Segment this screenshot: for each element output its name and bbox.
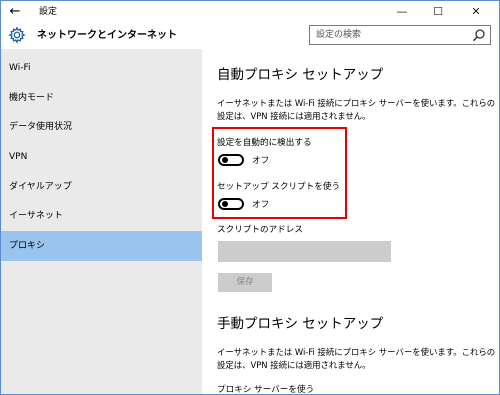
close-icon: ✕: [471, 5, 481, 18]
sidebar-item-label: イーサネット: [9, 211, 63, 221]
sidebar-item-label: 機内モード: [9, 93, 55, 103]
maximize-button[interactable]: ☐: [421, 1, 455, 23]
minimize-icon: —: [396, 5, 408, 18]
sidebar-item-label: Wi-Fi: [9, 63, 31, 73]
back-button[interactable]: ←: [5, 3, 25, 21]
sidebar: Wi-Fi 機内モード データ使用状況 VPN ダイヤルアップ イーサネット プ…: [1, 49, 202, 394]
sidebar-item-data-usage[interactable]: データ使用状況: [1, 112, 202, 142]
save-button[interactable]: 保存: [218, 273, 272, 292]
sidebar-item-airplane-mode[interactable]: 機内モード: [1, 83, 202, 113]
setup-script-state: オフ: [252, 200, 270, 210]
sidebar-item-label: ダイヤルアップ: [9, 182, 72, 192]
manual-proxy-title: 手動プロキシ セットアップ: [217, 316, 384, 332]
search-input[interactable]: 設定の検索: [309, 25, 491, 45]
script-address-label: スクリプトのアドレス: [217, 225, 303, 235]
back-arrow-icon: ←: [9, 4, 21, 19]
toggle-knob: [222, 157, 228, 163]
sidebar-item-dial-up[interactable]: ダイヤルアップ: [1, 172, 202, 202]
setup-script-toggle[interactable]: [218, 198, 244, 210]
use-proxy-server-label: プロキシ サーバーを使う: [217, 385, 315, 395]
maximize-icon: ☐: [433, 5, 443, 18]
auto-detect-state: オフ: [252, 156, 270, 166]
page-title: ネットワークとインターネット: [37, 30, 177, 41]
page-header: ネットワークとインターネット 設定の検索: [1, 23, 499, 49]
sidebar-item-label: プロキシ: [9, 241, 46, 251]
setup-script-label: セットアップ スクリプトを使う: [217, 182, 341, 192]
auto-proxy-description: イーサネットまたは Wi-Fi 接続にプロキシ サーバーを使います。これらの設定…: [217, 98, 496, 121]
auto-detect-toggle[interactable]: [218, 154, 244, 166]
manual-proxy-description: イーサネットまたは Wi-Fi 接続にプロキシ サーバーを使います。これらの設定…: [217, 347, 496, 370]
gear-icon: [8, 26, 26, 44]
sidebar-item-wifi[interactable]: Wi-Fi: [1, 53, 202, 83]
close-button[interactable]: ✕: [459, 1, 493, 23]
sidebar-item-ethernet[interactable]: イーサネット: [1, 201, 202, 231]
window-title: 設定: [39, 7, 58, 17]
sidebar-item-proxy[interactable]: プロキシ: [1, 231, 202, 261]
main-content: 自動プロキシ セットアップ イーサネットまたは Wi-Fi 接続にプロキシ サー…: [202, 49, 499, 395]
search-icon[interactable]: [472, 28, 486, 42]
minimize-button[interactable]: —: [385, 1, 419, 23]
sidebar-item-vpn[interactable]: VPN: [1, 142, 202, 172]
sidebar-item-label: VPN: [9, 152, 28, 162]
search-placeholder: 設定の検索: [316, 30, 362, 40]
auto-proxy-title: 自動プロキシ セットアップ: [217, 67, 384, 83]
script-address-input[interactable]: [218, 241, 391, 262]
title-bar: ← 設定 — ☐ ✕: [1, 1, 499, 23]
toggle-knob: [222, 201, 228, 207]
sidebar-item-label: データ使用状況: [9, 122, 73, 132]
settings-window: ← 設定 — ☐ ✕ ネットワークとインターネット 設定の検索 Wi-Fi 機内…: [0, 0, 500, 395]
auto-detect-label: 設定を自動的に検出する: [217, 138, 312, 148]
